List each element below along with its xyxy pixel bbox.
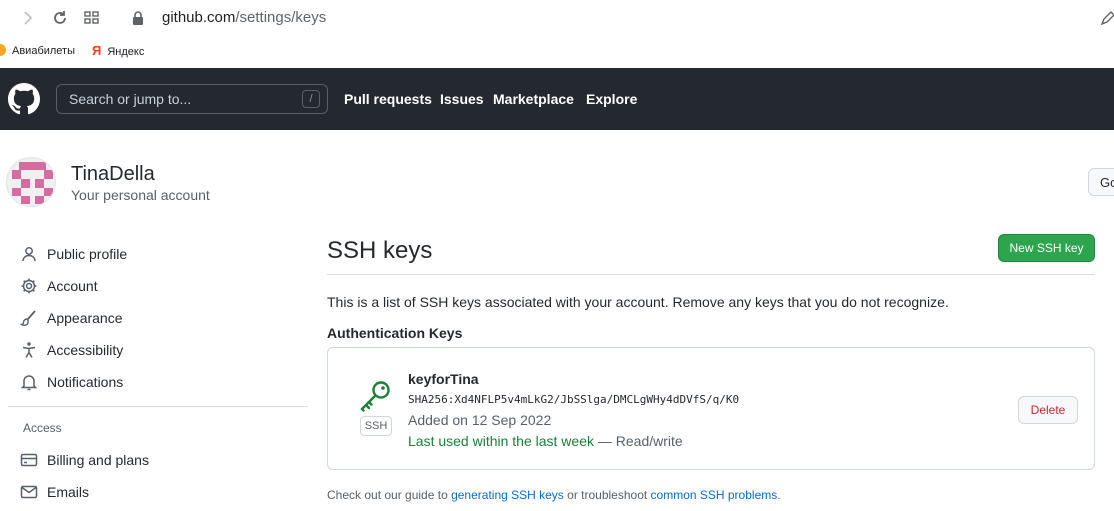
mail-icon [20, 485, 38, 499]
intro-text: This is a list of SSH keys associated wi… [327, 294, 949, 310]
gear-icon [21, 278, 37, 294]
key-title: keyforTina [408, 371, 479, 387]
go-to-profile-button[interactable]: Go [1088, 168, 1114, 196]
edit-icon[interactable] [1098, 8, 1114, 28]
help-footer: Check out our guide to generating SSH ke… [327, 488, 781, 502]
sidebar-item-label: Billing and plans [47, 452, 149, 468]
identicon-icon [12, 162, 53, 204]
sidebar-item-label: Accessibility [47, 342, 124, 358]
sidebar-item-emails[interactable]: Emails [20, 481, 290, 503]
bookmark-label: Авиабилеты [12, 45, 76, 57]
key-last-used: Last used within the last week — Read/wr… [408, 433, 683, 450]
key-access-level: — Read/write [594, 433, 683, 449]
last-used-text: Last used within the last week [408, 433, 594, 449]
search-placeholder: Search or jump to... [69, 91, 192, 107]
title-divider [327, 274, 1095, 275]
bookmark-label: Яндекс [107, 46, 145, 58]
sidebar-item-label: Notifications [47, 374, 124, 390]
paintbrush-icon [20, 310, 36, 327]
lock-icon[interactable] [128, 8, 148, 28]
sidebar-item-notifications[interactable]: Notifications [20, 371, 290, 393]
person-icon [22, 247, 36, 262]
credit-card-icon [20, 453, 38, 467]
bookmark-avia[interactable]: Авиабилеты [0, 44, 75, 58]
bell-icon [20, 375, 38, 391]
bookmarks-bar: Авиабилеты Я Яндекс [0, 36, 1114, 68]
search-shortcut-key: / [302, 90, 320, 108]
reload-icon[interactable] [50, 8, 70, 28]
sidebar-item-label: Account [47, 278, 98, 294]
sidebar-item-label: Public profile [47, 246, 128, 262]
account-subtitle: Your personal account [71, 187, 210, 203]
delete-key-button[interactable]: Delete [1018, 396, 1078, 424]
ssh-type-badge: SSH [360, 416, 392, 436]
sidebar-item-appearance[interactable]: Appearance [20, 307, 290, 329]
authentication-keys-heading: Authentication Keys [327, 325, 463, 341]
nav-marketplace[interactable]: Marketplace [493, 91, 574, 108]
browser-toolbar: github.com/settings/keys [0, 0, 1114, 36]
nav-issues[interactable]: Issues [440, 91, 484, 108]
sidebar-item-public-profile[interactable]: Public profile [20, 243, 290, 265]
sidebar-item-billing[interactable]: Billing and plans [20, 449, 290, 471]
search-input[interactable]: Search or jump to... / [56, 84, 328, 114]
account-username[interactable]: TinaDella [71, 162, 155, 186]
github-logo-icon[interactable] [8, 83, 40, 115]
url-domain: github.com [162, 9, 236, 26]
sidebar-item-account[interactable]: Account [20, 275, 290, 297]
forward-icon[interactable] [18, 8, 38, 28]
sidebar-item-label: Appearance [47, 310, 123, 326]
nav-explore[interactable]: Explore [586, 91, 637, 108]
common-ssh-problems-link[interactable]: common SSH problems [651, 488, 778, 502]
key-added-date: Added on 12 Sep 2022 [408, 412, 552, 428]
page-title: SSH keys [327, 237, 433, 264]
yandex-logo-icon: Я [92, 43, 102, 58]
sidebar-divider [8, 406, 308, 407]
avia-logo-icon [0, 44, 6, 56]
footer-suffix: . [777, 488, 781, 502]
apps-grid-icon[interactable] [82, 8, 102, 28]
key-fingerprint: SHA256:Xd4NFLP5v4mLkG2/JbSSlga/DMCLgWHy4… [408, 393, 740, 406]
bookmark-yandex[interactable]: Я Яндекс [92, 44, 144, 59]
sidebar-section-heading: Access [23, 421, 62, 435]
footer-prefix: Check out our guide to [327, 488, 452, 502]
accessibility-icon [22, 342, 36, 358]
new-ssh-key-button[interactable]: New SSH key [998, 234, 1095, 262]
sidebar-item-accessibility[interactable]: Accessibility [20, 339, 290, 361]
ssh-key-item: SSH keyforTina SHA256:Xd4NFLP5v4mLkG2/Jb… [327, 347, 1095, 470]
footer-middle: or troubleshoot [563, 488, 651, 502]
avatar[interactable] [6, 157, 56, 207]
nav-pull-requests[interactable]: Pull requests [344, 91, 432, 108]
github-header: Search or jump to... / Pull requests Iss… [0, 68, 1114, 130]
sidebar-item-label: Emails [47, 484, 90, 500]
key-icon [360, 381, 390, 412]
generating-ssh-keys-link[interactable]: generating SSH keys [451, 488, 564, 502]
url-path: /settings/keys [235, 9, 327, 26]
address-bar[interactable]: github.com/settings/keys [162, 8, 326, 28]
